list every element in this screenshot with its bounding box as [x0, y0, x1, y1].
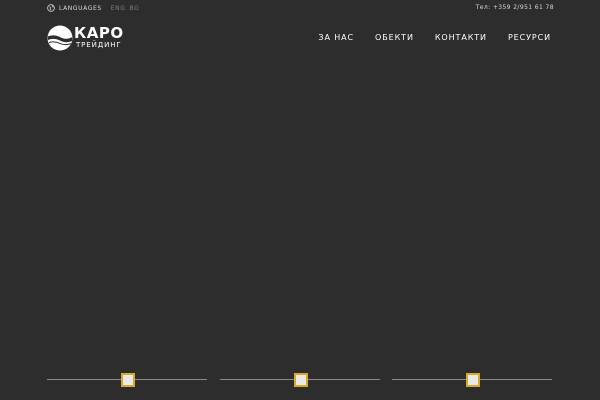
logo-mark-icon — [47, 25, 73, 51]
globe-icon — [47, 4, 55, 12]
nav-item-projects[interactable]: ОБЕКТИ — [375, 33, 414, 43]
slider-handle-2[interactable] — [294, 373, 308, 387]
logo-subtitle: ТРЕЙДИНГ — [76, 41, 122, 49]
logo[interactable]: КАРО ТРЕЙДИНГ — [47, 25, 124, 51]
slider-indicator-2[interactable] — [220, 373, 380, 387]
nav-item-contacts[interactable]: КОНТАКТИ — [435, 33, 487, 43]
language-option-eng[interactable]: ENG — [111, 5, 126, 12]
nav-item-resources[interactable]: РЕСУРСИ — [508, 33, 551, 43]
phone-number: Тел: +359 2/951 61 78 — [475, 4, 554, 11]
logo-text: КАРО ТРЕЙДИНГ — [74, 25, 124, 50]
nav-item-about[interactable]: ЗА НАС — [318, 33, 354, 43]
slider-indicator-1[interactable] — [47, 373, 207, 387]
main-nav: ЗА НАС ОБЕКТИ КОНТАКТИ РЕСУРСИ — [297, 33, 551, 43]
language-option-bg[interactable]: BG — [130, 5, 140, 12]
slider-indicator-3[interactable] — [392, 373, 552, 387]
page: LANGUAGES ENG BG Тел: +359 2/951 61 78 К… — [0, 0, 600, 400]
language-switcher: LANGUAGES ENG BG — [47, 3, 143, 13]
slider-handle-3[interactable] — [466, 373, 480, 387]
languages-label: LANGUAGES — [59, 4, 102, 12]
slider-handle-1[interactable] — [121, 373, 135, 387]
logo-name: КАРО — [74, 24, 124, 42]
